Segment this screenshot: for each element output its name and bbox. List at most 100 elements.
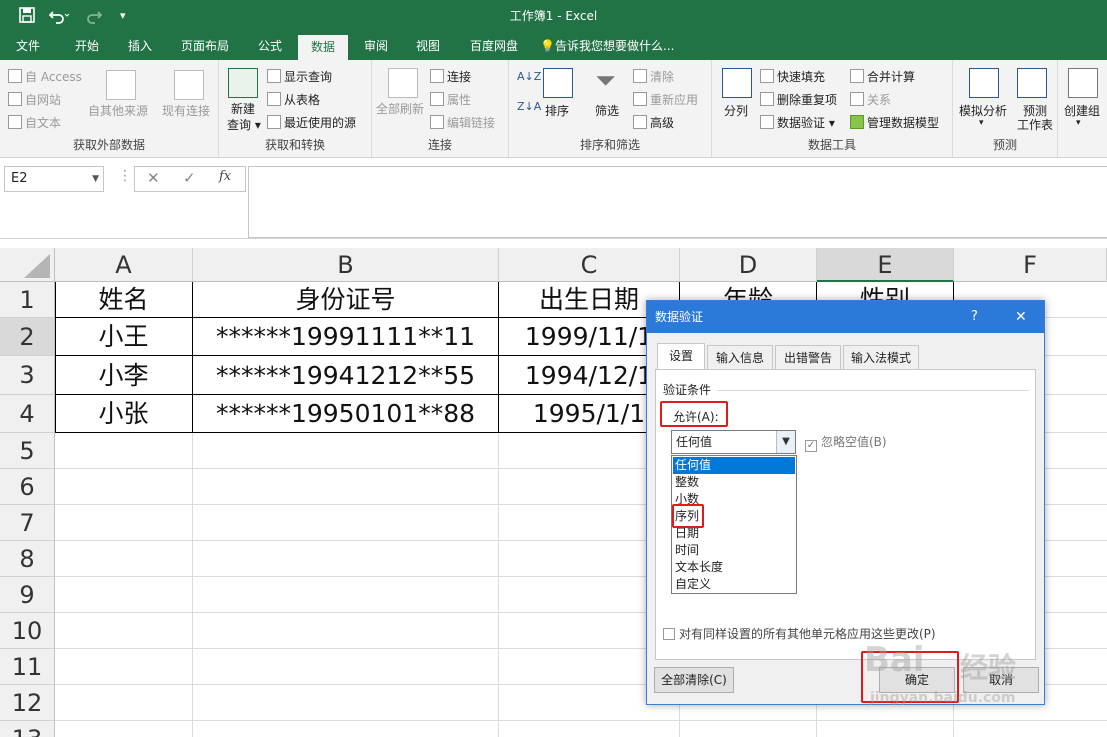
remove-duplicates-button[interactable]: 删除重复项 <box>760 91 837 108</box>
existing-connections-button[interactable]: 现有连接 <box>162 102 210 119</box>
name-box-dropdown-icon[interactable]: ▼ <box>92 167 99 191</box>
what-if-analysis-button[interactable]: 模拟分析 <box>959 102 1007 119</box>
filter-button[interactable]: 筛选 <box>595 102 619 119</box>
ignore-blank-checkbox[interactable]: ✓ 忽略空值(B) <box>805 433 887 452</box>
cell-a3[interactable]: 小李 <box>55 356 193 395</box>
forecast-sheet-button-line2[interactable]: 工作表 <box>1017 116 1053 133</box>
sort-descending-icon[interactable]: Z↓A <box>517 100 541 113</box>
cell-b3[interactable]: ******19941212**55 <box>193 356 499 395</box>
consolidate-button[interactable]: 合并计算 <box>850 68 915 85</box>
new-query-button[interactable]: 新建 <box>231 100 255 117</box>
cell-b2[interactable]: ******19991111**11 <box>193 318 499 356</box>
option-custom[interactable]: 自定义 <box>673 576 795 593</box>
column-header-b[interactable]: B <box>193 248 499 282</box>
edit-links-button[interactable]: 编辑链接 <box>430 114 495 131</box>
column-header-c[interactable]: C <box>499 248 680 282</box>
row-header-10[interactable]: 10 <box>0 613 55 649</box>
tab-settings[interactable]: 设置 <box>657 343 705 370</box>
text-to-columns-button[interactable]: 分列 <box>724 102 748 119</box>
formula-input[interactable] <box>248 166 1107 238</box>
other-sources-button[interactable]: 自其他来源 <box>88 102 148 119</box>
cell-b4[interactable]: ******19950101**88 <box>193 395 499 433</box>
reapply-button[interactable]: 重新应用 <box>633 91 698 108</box>
tab-review[interactable]: 审阅 <box>354 32 398 60</box>
text-file-icon <box>8 115 22 129</box>
row-header-9[interactable]: 9 <box>0 577 55 613</box>
select-all-corner[interactable] <box>0 248 55 282</box>
row-header-11[interactable]: 11 <box>0 649 55 685</box>
advanced-filter-button[interactable]: 高级 <box>633 114 674 131</box>
clear-all-button[interactable]: 全部清除(C) <box>654 667 734 693</box>
row-header-8[interactable]: 8 <box>0 541 55 577</box>
column-header-f[interactable]: F <box>954 248 1107 282</box>
row-header-7[interactable]: 7 <box>0 505 55 541</box>
help-icon[interactable]: ? <box>971 301 978 333</box>
forecast-sheet-icon <box>1017 68 1047 98</box>
cancel-icon[interactable]: ✕ <box>147 169 160 187</box>
insert-function-icon[interactable]: fx <box>219 169 231 184</box>
close-icon[interactable]: ✕ <box>1015 301 1027 333</box>
reapply-icon <box>633 92 647 106</box>
properties-button[interactable]: 属性 <box>430 91 471 108</box>
from-web-button[interactable]: 自网站 <box>8 91 61 108</box>
show-queries-button[interactable]: 显示查询 <box>267 68 332 85</box>
row-header-1[interactable]: 1 <box>0 282 55 318</box>
cell-b1[interactable]: 身份证号 <box>193 282 499 318</box>
refresh-all-button[interactable]: 全部刷新 <box>376 100 424 117</box>
table-icon <box>267 69 281 83</box>
sort-button[interactable]: 排序 <box>545 102 569 119</box>
sort-ascending-icon[interactable]: A↓Z <box>517 70 541 83</box>
cell-a1[interactable]: 姓名 <box>55 282 193 318</box>
column-header-e[interactable]: E <box>817 248 954 282</box>
tab-file[interactable]: 文件 <box>6 32 50 60</box>
tab-baidu-netdisk[interactable]: 百度网盘 <box>460 32 528 60</box>
column-header-d[interactable]: D <box>680 248 817 282</box>
option-text-length[interactable]: 文本长度 <box>673 559 795 576</box>
tab-data[interactable]: 数据 <box>298 35 348 60</box>
section-divider <box>717 390 1029 391</box>
tab-insert[interactable]: 插入 <box>118 32 162 60</box>
clear-filter-button[interactable]: 清除 <box>633 68 674 85</box>
name-box[interactable]: E2 ▼ <box>4 166 104 192</box>
row-header-12[interactable]: 12 <box>0 685 55 721</box>
tab-error-alert[interactable]: 出错警告 <box>775 345 841 369</box>
chevron-down-icon[interactable]: ▼ <box>776 431 795 453</box>
group-get-transform: 新建 查询 ▾ 显示查询 从表格 最近使用的源 获取和转换 <box>219 60 372 157</box>
option-whole-number[interactable]: 整数 <box>673 474 795 491</box>
create-group-button[interactable]: 创建组 <box>1064 102 1100 119</box>
manage-data-model-button[interactable]: 管理数据模型 <box>850 114 939 131</box>
allow-select[interactable]: 任何值 ▼ <box>671 430 796 454</box>
recent-sources-button[interactable]: 最近使用的源 <box>267 114 356 131</box>
group-dropdown-icon[interactable]: ▾ <box>1076 118 1081 128</box>
row-header-5[interactable]: 5 <box>0 433 55 469</box>
row-header-6[interactable]: 6 <box>0 469 55 505</box>
cell-a4[interactable]: 小张 <box>55 395 193 433</box>
tab-input-message[interactable]: 输入信息 <box>707 345 773 369</box>
group-label: 获取和转换 <box>264 138 325 152</box>
tell-me-search[interactable]: 💡告诉我您想要做什么... <box>540 32 690 60</box>
from-text-button[interactable]: 自文本 <box>8 114 61 131</box>
enter-icon[interactable]: ✓ <box>183 169 196 187</box>
row-header-3[interactable]: 3 <box>0 356 55 395</box>
formula-bar-grip-icon: ⋮ <box>118 168 132 184</box>
tab-home[interactable]: 开始 <box>64 32 110 60</box>
from-access-button[interactable]: 自 Access <box>8 68 82 85</box>
connections-button[interactable]: 连接 <box>430 68 471 85</box>
row-header-4[interactable]: 4 <box>0 395 55 433</box>
row-header-2[interactable]: 2 <box>0 318 55 356</box>
relationships-button[interactable]: 关系 <box>850 91 891 108</box>
tab-ime-mode[interactable]: 输入法模式 <box>843 345 919 369</box>
from-table-button[interactable]: 从表格 <box>267 91 320 108</box>
tab-formulas[interactable]: 公式 <box>248 32 292 60</box>
what-if-dropdown-icon[interactable]: ▾ <box>979 118 984 128</box>
column-header-a[interactable]: A <box>55 248 193 282</box>
option-time[interactable]: 时间 <box>673 542 795 559</box>
cell-a2[interactable]: 小王 <box>55 318 193 356</box>
row-header-13[interactable]: 13 <box>0 721 55 737</box>
tab-page-layout[interactable]: 页面布局 <box>172 32 238 60</box>
tab-view[interactable]: 视图 <box>406 32 450 60</box>
new-query-dropdown[interactable]: 查询 ▾ <box>227 116 261 133</box>
data-validation-button[interactable]: 数据验证 ▾ <box>760 114 835 131</box>
option-any-value[interactable]: 任何值 <box>673 457 795 474</box>
flash-fill-button[interactable]: 快速填充 <box>760 68 825 85</box>
